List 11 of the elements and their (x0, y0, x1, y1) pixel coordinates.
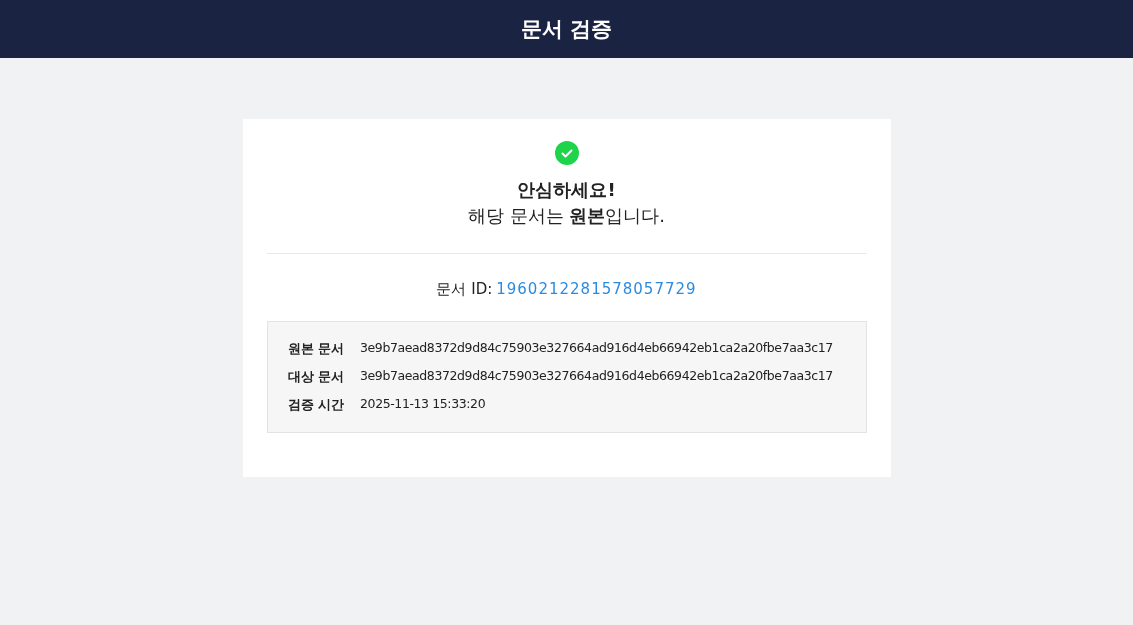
result-message: 해당 문서는 원본입니다. (467, 204, 666, 228)
document-id-value: 1960212281578057729 (496, 280, 697, 298)
detail-value: 3e9b7aead8372d9d84c75903e327664ad916d4eb66942eb1ca2a20fbe7aa3c17 (360, 368, 834, 385)
detail-value: 3e9b7aead8372d9d84c75903e327664ad916d4eb66942eb1ca2a20fbe7aa3c17 (360, 340, 834, 357)
page-title: 문서 검증 (520, 16, 613, 43)
detail-value: 2025-11-13 15:33:20 (360, 396, 487, 413)
detail-label: 원본 문서 (287, 340, 345, 358)
result-headline: 안심하세요! (517, 178, 616, 202)
document-id-label: 문서 ID: (436, 280, 493, 299)
detail-label: 검증 시간 (287, 396, 345, 414)
detail-label: 대상 문서 (287, 368, 345, 386)
